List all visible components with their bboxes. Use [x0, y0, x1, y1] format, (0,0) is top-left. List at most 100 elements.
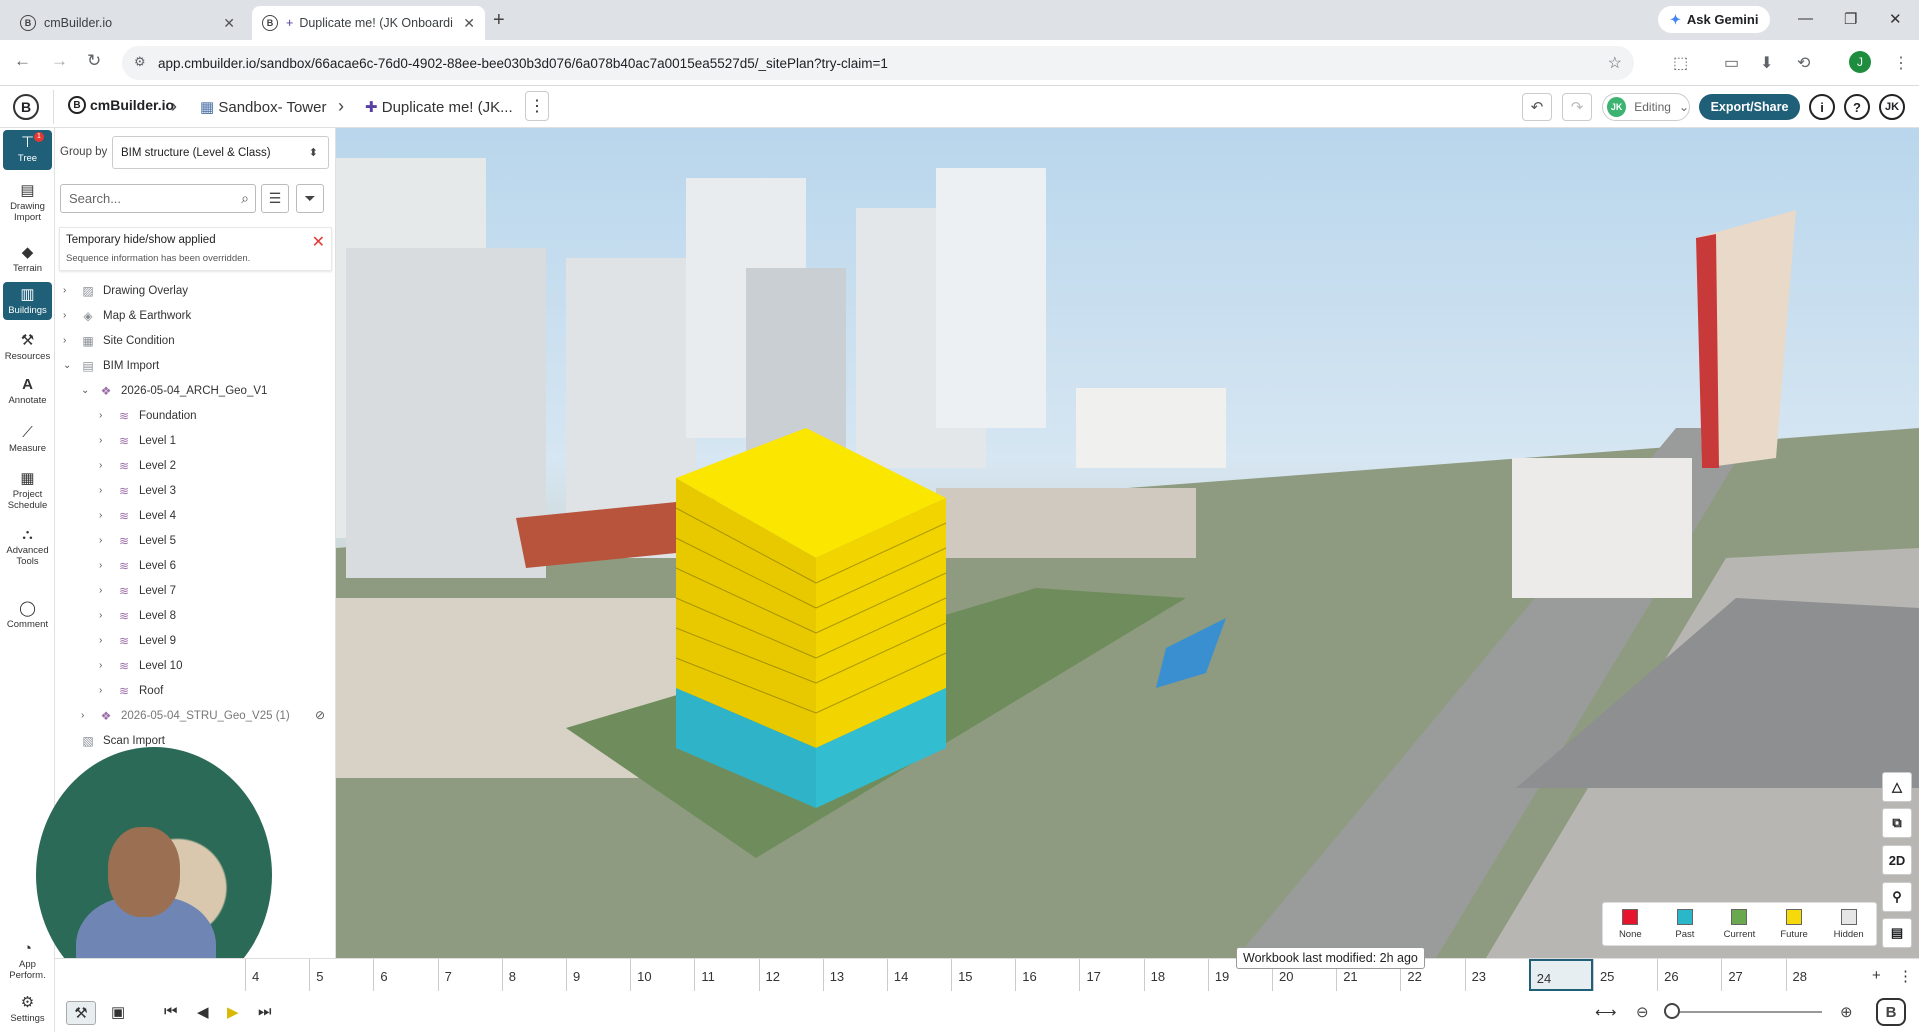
search-input[interactable]: Search... ⌕ — [60, 184, 256, 213]
breadcrumb-scene[interactable]: ✚ Duplicate me! (JK... — [365, 98, 513, 116]
tree-item[interactable]: › ≋ Foundation — [99, 403, 197, 428]
zoom-slider[interactable] — [1664, 1011, 1822, 1013]
browser-tab[interactable]: B cmBuilder.io ✕ — [10, 6, 245, 40]
timeline-tick[interactable]: 5 — [309, 959, 373, 991]
chevron-right-icon[interactable]: › — [99, 410, 113, 421]
tree-item[interactable]: › ❖ 2026-05-04_STRU_Geo_V25 (1) ⊘ — [81, 703, 336, 728]
chevron-right-icon[interactable]: › — [99, 460, 113, 471]
timeline-tick[interactable]: 16 — [1015, 959, 1079, 991]
chevron-right-icon[interactable]: › — [99, 535, 113, 546]
tree-item[interactable]: › ▨ Drawing Overlay — [63, 278, 188, 303]
screen-cast-icon[interactable]: ▭ — [1724, 53, 1739, 73]
chevron-right-icon[interactable]: › — [81, 710, 95, 721]
chevron-right-icon[interactable]: › — [63, 310, 77, 321]
timeline-tick[interactable]: 14 — [886, 959, 951, 991]
rail-app-performance[interactable]: ◔ App Perform. — [3, 936, 52, 981]
timeline-tick[interactable]: 13 — [822, 959, 887, 991]
toggle-2d-button[interactable]: 2D — [1882, 845, 1912, 875]
chevron-down-icon[interactable]: ⌄ — [63, 360, 77, 371]
new-tab-button[interactable]: + — [493, 9, 505, 32]
tree-item[interactable]: › ≋ Level 2 — [99, 453, 176, 478]
timeline-tick[interactable]: 23 — [1464, 959, 1529, 991]
browser-menu-icon[interactable]: ⋮ — [1893, 53, 1909, 73]
export-share-button[interactable]: Export/Share — [1699, 94, 1800, 120]
rail-annotate[interactable]: A Annotate — [3, 372, 52, 410]
sequence-icon[interactable]: ▣ — [111, 1003, 125, 1021]
rail-buildings[interactable]: ▥ Buildings — [3, 282, 52, 320]
timeline-mode-icon[interactable]: ⚒ — [66, 1001, 96, 1025]
tree-item[interactable]: › ≋ Level 6 — [99, 553, 176, 578]
chevron-right-icon[interactable]: › — [99, 585, 113, 596]
rail-comment[interactable]: ◯ Comment — [3, 596, 52, 634]
timeline-tick-selected[interactable]: 24 — [1528, 959, 1593, 991]
scene-menu-button[interactable]: ⋮ — [525, 91, 549, 121]
3d-viewport[interactable] — [336, 128, 1919, 958]
play-icon[interactable]: ▶ — [227, 1003, 239, 1021]
reload-icon[interactable]: ↻ — [87, 51, 101, 71]
rail-settings[interactable]: ⚙ Settings — [3, 990, 52, 1028]
tree-item[interactable]: › ≋ Level 4 — [99, 503, 176, 528]
skip-forward-icon[interactable]: ⏭ — [258, 1003, 272, 1020]
back-icon[interactable]: ← — [14, 51, 31, 71]
skip-back-icon[interactable]: ⏮ — [164, 1003, 178, 1020]
filter-button[interactable]: ⏷ — [296, 184, 324, 213]
tree-item[interactable]: › ≋ Level 7 — [99, 578, 176, 603]
rail-advanced-tools[interactable]: ⛬ Advanced Tools — [3, 522, 52, 570]
timeline-tick[interactable]: 25 — [1592, 959, 1657, 991]
city-scene[interactable] — [336, 128, 1919, 958]
timeline-tick[interactable]: 9 — [565, 959, 630, 991]
forward-icon[interactable]: → — [51, 51, 68, 71]
timeline-tick[interactable]: 17 — [1079, 959, 1143, 991]
rail-measure[interactable]: ⟋ Measure — [3, 420, 52, 458]
legend-past[interactable]: Past — [1658, 903, 1713, 945]
legend-current[interactable]: Current — [1712, 903, 1767, 945]
chevron-right-icon[interactable]: › — [99, 510, 113, 521]
rail-resources[interactable]: ⚒ Resources — [3, 328, 52, 366]
timeline-tick[interactable]: 26 — [1657, 959, 1721, 991]
chevron-right-icon[interactable]: › — [63, 335, 77, 346]
timeline-tick[interactable]: 28 — [1785, 959, 1850, 991]
compass-icon[interactable]: △ — [1882, 772, 1912, 802]
app-logo-badge[interactable]: B — [1876, 998, 1906, 1026]
timeline-tick[interactable]: 27 — [1721, 959, 1785, 991]
chevron-right-icon[interactable]: › — [99, 560, 113, 571]
tree-item[interactable]: › ◈ Map & Earthwork — [63, 303, 191, 328]
layers-icon[interactable]: ⧉ — [1882, 808, 1912, 838]
timeline-tick[interactable]: 6 — [373, 959, 437, 991]
list-options-button[interactable]: ☰ — [261, 184, 289, 213]
chevron-right-icon[interactable]: › — [63, 285, 77, 296]
timeline-tick[interactable]: 18 — [1143, 959, 1208, 991]
editing-mode-dropdown[interactable]: JK Editing ⌄ — [1602, 93, 1690, 121]
tree-item[interactable]: ⌄ ▤ BIM Import — [63, 353, 159, 378]
minimize-icon[interactable]: — — [1798, 10, 1813, 27]
chevron-right-icon[interactable]: › — [99, 485, 113, 496]
bookmark-star-icon[interactable]: ☆ — [1608, 53, 1622, 73]
app-logo-icon[interactable]: B — [13, 94, 39, 120]
history-icon[interactable]: ⟲ — [1797, 53, 1810, 73]
redo-button[interactable]: ↷ — [1562, 93, 1592, 121]
tree-item[interactable]: › ≋ Level 3 — [99, 478, 176, 503]
restore-icon[interactable]: ❐ — [1844, 10, 1857, 28]
tree-item[interactable]: ⌄ ❖ 2026-05-04_ARCH_Geo_V1 — [81, 378, 267, 403]
tree-item[interactable]: › ▦ Site Condition — [63, 328, 175, 353]
help-icon[interactable]: ? — [1844, 94, 1870, 120]
legend-hidden[interactable]: Hidden — [1821, 903, 1876, 945]
zoom-in-icon[interactable]: ⊕ — [1840, 1003, 1853, 1021]
url-field[interactable]: ⚙ app.cmbuilder.io/sandbox/66acae6c-76d0… — [122, 46, 1634, 80]
timeline-tick[interactable]: 15 — [951, 959, 1015, 991]
timeline-tick[interactable]: 7 — [437, 959, 502, 991]
group-by-select[interactable]: BIM structure (Level & Class) ⬍ — [112, 136, 329, 169]
chevron-right-icon[interactable]: › — [99, 660, 113, 671]
chevron-right-icon[interactable]: › — [99, 610, 113, 621]
timeline-tick[interactable]: 12 — [758, 959, 823, 991]
timeline-menu-icon[interactable]: ⋮ — [1898, 967, 1913, 985]
ask-gemini-button[interactable]: ✦ Ask Gemini — [1658, 6, 1771, 33]
chevron-down-icon[interactable]: ⌄ — [81, 385, 95, 396]
breadcrumb-project[interactable]: ▦ Sandbox- Tower — [200, 98, 326, 116]
timeline-tick[interactable]: 10 — [630, 959, 694, 991]
chevron-right-icon[interactable]: › — [99, 635, 113, 646]
tree-item[interactable]: › ≋ Roof — [99, 678, 163, 703]
timeline-tick[interactable]: 8 — [501, 959, 566, 991]
site-info-icon[interactable]: ⚙ — [134, 54, 146, 70]
tree-item[interactable]: › ≋ Level 5 — [99, 528, 176, 553]
